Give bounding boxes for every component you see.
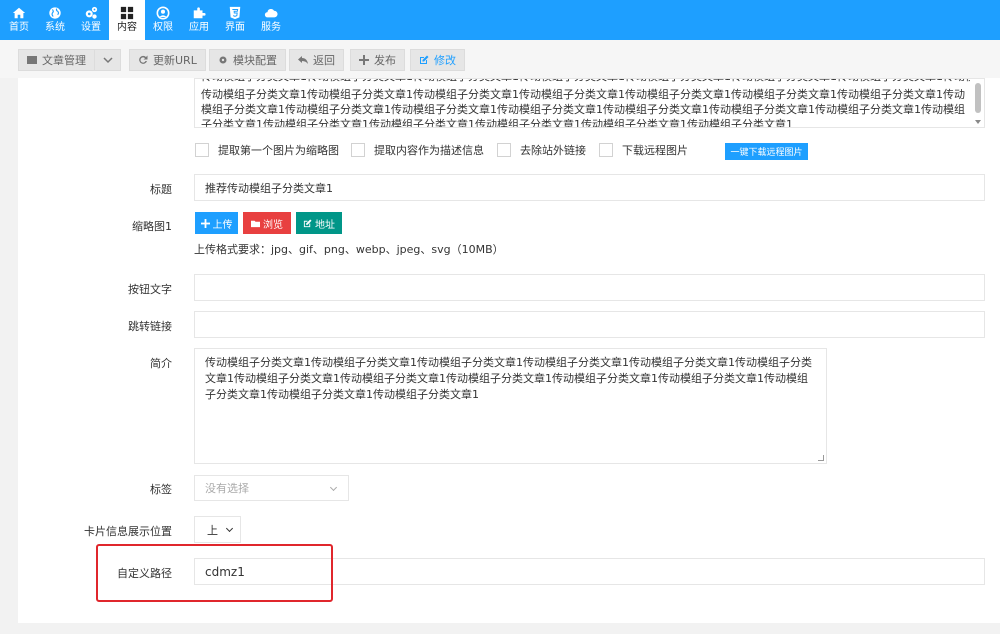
summary-text: 传动模组子分类文章1传动模组子分类文章1传动模组子分类文章1传动模组子分类文章1… xyxy=(205,356,812,401)
remove-links-checkbox[interactable]: 去除站外链接 xyxy=(497,142,586,158)
content-editor-text: 传动模组子分类文章1传动模组子分类文章1传动模组子分类文章1传动模组子分类文章1… xyxy=(201,88,965,128)
extract-thumb-label: 提取第一个图片为缩略图 xyxy=(218,144,339,157)
content-editor[interactable]: 传动模组子分类文章1传动模组子分类文章1传动模组子分类文章1传动模组子分类文章1… xyxy=(194,78,985,128)
refresh-url-label: 更新URL xyxy=(153,54,197,67)
chevron-down-icon xyxy=(102,57,113,64)
extract-desc-checkbox[interactable]: 提取内容作为描述信息 xyxy=(351,142,484,158)
address-label: 地址 xyxy=(315,219,335,231)
refresh-icon xyxy=(139,55,148,64)
content-scrollbar[interactable] xyxy=(973,79,983,127)
folder-icon xyxy=(251,220,260,227)
nav-settings-label: 设置 xyxy=(81,22,101,33)
download-remote-label: 下载远程图片 xyxy=(622,144,688,157)
checkbox-box[interactable] xyxy=(497,143,511,157)
reply-icon xyxy=(298,56,308,64)
nav-settings[interactable]: 设置 xyxy=(73,0,109,40)
jump-link-label: 跳转链接 xyxy=(128,320,172,333)
nav-home-label: 首页 xyxy=(9,22,29,33)
list-icon xyxy=(27,56,37,64)
globe-icon xyxy=(49,7,61,19)
scroll-down-arrow[interactable] xyxy=(975,120,981,124)
nav-home[interactable]: 首页 xyxy=(1,0,37,40)
chevron-down-icon xyxy=(225,524,234,533)
nav-permission[interactable]: 权限 xyxy=(145,0,181,40)
summary-textarea[interactable]: 传动模组子分类文章1传动模组子分类文章1传动模组子分类文章1传动模组子分类文章1… xyxy=(194,348,827,464)
nav-apps-label: 应用 xyxy=(189,22,209,33)
nav-service-label: 服务 xyxy=(261,22,281,33)
upload-button[interactable]: 上传 xyxy=(195,212,238,234)
article-manage-dropdown[interactable] xyxy=(94,49,121,71)
cloud-icon xyxy=(264,8,278,18)
summary-label: 简介 xyxy=(150,357,172,370)
extract-desc-label: 提取内容作为描述信息 xyxy=(374,144,484,157)
scrollbar-thumb[interactable] xyxy=(975,83,981,113)
resize-handle[interactable] xyxy=(818,455,824,461)
card-position-select[interactable]: 上 xyxy=(194,516,241,543)
content-editor-hidden-line: 传动模组子分类文章1传动模组子分类文章1传动模组子分类文章1传动模组子分类文章1… xyxy=(201,79,970,83)
gear-icon xyxy=(219,56,227,64)
html5-icon xyxy=(229,6,241,20)
back-label: 返回 xyxy=(313,54,335,67)
article-manage-label: 文章管理 xyxy=(42,54,86,67)
nav-system[interactable]: 系统 xyxy=(37,0,73,40)
extract-thumb-checkbox[interactable]: 提取第一个图片为缩略图 xyxy=(195,142,339,158)
edit-button[interactable]: 修改 xyxy=(410,49,465,71)
cogs-icon xyxy=(85,6,98,19)
plus-icon xyxy=(359,55,369,65)
title-label: 标题 xyxy=(150,183,172,196)
publish-label: 发布 xyxy=(374,54,396,67)
nav-service[interactable]: 服务 xyxy=(253,0,289,40)
title-input[interactable]: 推荐传动模组子分类文章1 xyxy=(194,174,985,201)
nav-content[interactable]: 内容 xyxy=(109,0,145,40)
nav-content-label: 内容 xyxy=(117,22,137,33)
article-manage-button[interactable]: 文章管理 xyxy=(18,49,95,71)
nav-apps[interactable]: 应用 xyxy=(181,0,217,40)
nav-permission-label: 权限 xyxy=(153,22,173,33)
address-button[interactable]: 地址 xyxy=(296,212,342,234)
upload-format-hint: 上传格式要求：jpg、gif、png、webp、jpeg、svg（10MB） xyxy=(194,243,504,256)
highlight-annotation-box xyxy=(96,544,333,602)
refresh-url-button[interactable]: 更新URL xyxy=(129,49,206,71)
button-text-input[interactable] xyxy=(194,274,985,301)
card-position-label: 卡片信息展示位置 xyxy=(84,525,172,538)
upload-label: 上传 xyxy=(212,219,233,231)
checkbox-box[interactable] xyxy=(599,143,613,157)
edit-icon xyxy=(303,218,312,227)
chevron-down-icon xyxy=(329,483,338,492)
download-remote-checkbox[interactable]: 下载远程图片 xyxy=(599,142,688,158)
button-text-label: 按钮文字 xyxy=(128,283,172,296)
card-position-value: 上 xyxy=(207,523,218,537)
browse-label: 浏览 xyxy=(263,219,283,231)
publish-button[interactable]: 发布 xyxy=(350,49,405,71)
grid-icon xyxy=(120,6,134,20)
tags-placeholder: 没有选择 xyxy=(205,482,249,495)
browse-button[interactable]: 浏览 xyxy=(243,212,291,234)
toolbar: 文章管理 更新URL 模块配置 返回 发布 修改 xyxy=(0,40,1000,78)
module-config-button[interactable]: 模块配置 xyxy=(209,49,286,71)
user-circle-icon xyxy=(156,6,170,20)
checkbox-box[interactable] xyxy=(351,143,365,157)
module-config-label: 模块配置 xyxy=(233,54,277,67)
nav-interface[interactable]: 界面 xyxy=(217,0,253,40)
one-click-download-button[interactable]: 一键下载远程图片 xyxy=(725,143,808,160)
home-icon xyxy=(12,7,26,19)
edit-label: 修改 xyxy=(434,54,456,67)
puzzle-icon xyxy=(193,7,206,19)
checkbox-box[interactable] xyxy=(195,143,209,157)
back-button[interactable]: 返回 xyxy=(289,49,344,71)
plus-icon xyxy=(200,218,210,228)
nav-interface-label: 界面 xyxy=(225,22,245,33)
remove-links-label: 去除站外链接 xyxy=(520,144,586,157)
tags-select[interactable]: 没有选择 xyxy=(194,475,349,501)
edit-icon xyxy=(420,55,429,64)
nav-system-label: 系统 xyxy=(45,22,65,33)
top-navigation-bar: 首页 系统 设置 内容 权限 应用 界面 服务 xyxy=(0,0,1000,40)
tags-label: 标签 xyxy=(150,483,172,496)
thumbnail-label: 缩略图1 xyxy=(132,220,172,233)
jump-link-input[interactable] xyxy=(194,311,985,338)
